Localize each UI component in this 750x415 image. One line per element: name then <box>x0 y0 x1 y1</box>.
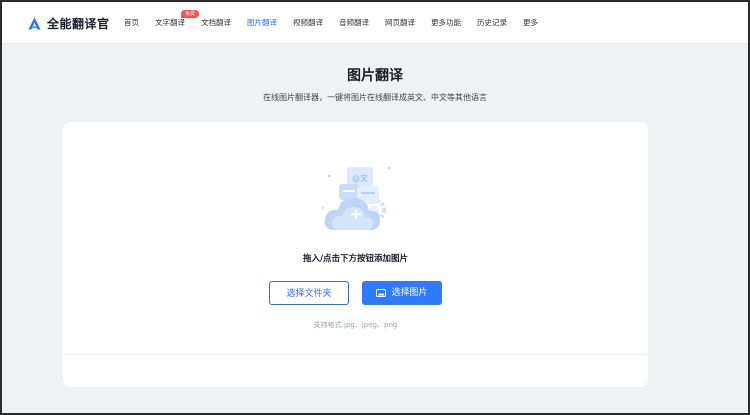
nav-item-image-translate[interactable]: 图片翻译 <box>247 2 277 43</box>
drop-instruction: 拖入/点击下方按钮添加图片 <box>302 254 409 264</box>
supported-formats: 支持格式:jpg、jpeg、png <box>313 321 398 329</box>
page-title: 图片翻译 <box>347 68 403 84</box>
nav-item-web-translate[interactable]: 网页翻译 <box>385 2 415 43</box>
nav-item-video-translate[interactable]: 视频翻译 <box>293 2 323 43</box>
logo[interactable]: 全能翻译官 <box>28 15 110 32</box>
nav-item-document-translate[interactable]: 文档翻译 <box>201 2 231 43</box>
logo-icon <box>28 17 41 30</box>
nav-item-more[interactable]: 更多 <box>523 2 538 43</box>
top-navbar: 全能翻译官 首页 文字翻译 免费 文档翻译 图片翻译 视频翻译 音频翻译 网页翻… <box>2 2 748 44</box>
svg-text:@文: @文 <box>352 173 368 183</box>
nav-item-history[interactable]: 历史记录 <box>477 2 507 43</box>
nav-item-home[interactable]: 首页 <box>124 2 139 43</box>
select-folder-button[interactable]: 选择文件夹 <box>269 281 349 305</box>
cloud-upload-plus-icon: @文 <box>322 166 391 230</box>
upload-card[interactable]: @文 拖入/点击下方按钮添加图片 选择文件夹 选择图片 支持格式:jpg、jpe… <box>63 122 648 387</box>
select-image-label: 选择图片 <box>391 288 428 298</box>
select-image-button[interactable]: 选择图片 <box>362 281 442 305</box>
nav-item-audio-translate[interactable]: 音频翻译 <box>339 2 369 43</box>
page-subtitle: 在线图片翻译器，一键将图片在线翻译成英文、中文等其他语言 <box>263 93 487 102</box>
nav-menu: 首页 文字翻译 免费 文档翻译 图片翻译 视频翻译 音频翻译 网页翻译 更多功能… <box>124 2 538 43</box>
nav-item-text-translate[interactable]: 文字翻译 免费 <box>155 2 200 43</box>
nav-item-more-features[interactable]: 更多功能 <box>431 2 461 43</box>
app-name: 全能翻译官 <box>47 17 110 31</box>
card-divider <box>63 354 648 355</box>
image-icon <box>376 289 387 297</box>
free-badge: 免费 <box>181 10 200 18</box>
